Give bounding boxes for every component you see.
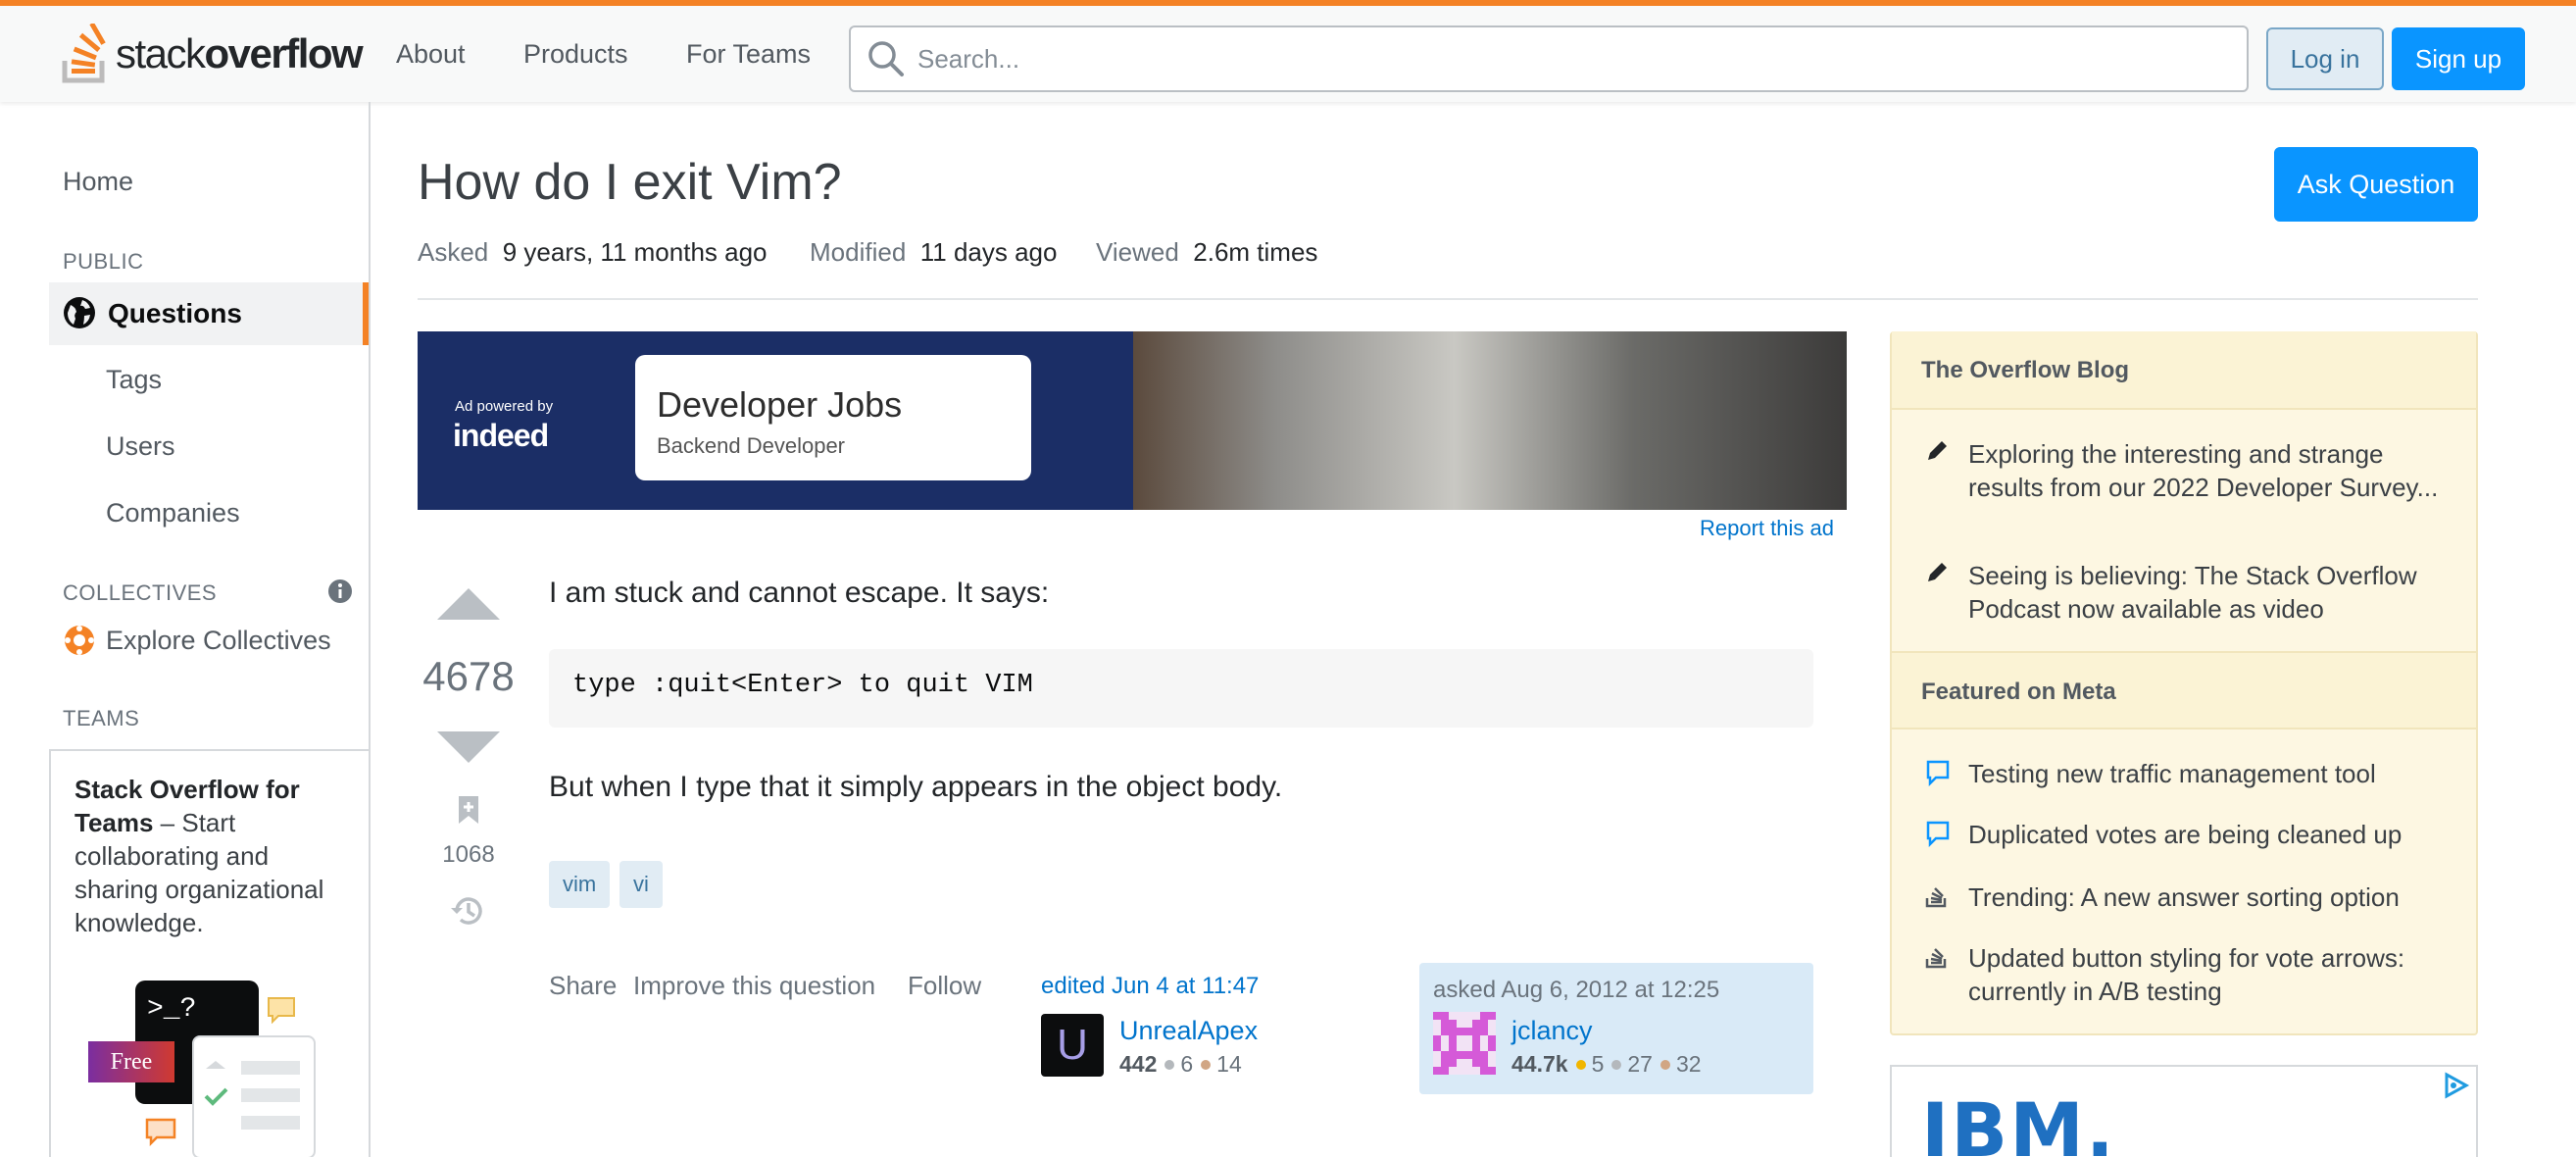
- sidebar-item-explore-collectives[interactable]: Explore Collectives: [106, 626, 331, 656]
- improve-question-link[interactable]: Improve this question: [633, 971, 875, 1001]
- share-link[interactable]: Share: [549, 971, 617, 1001]
- header-divider: [418, 298, 2478, 300]
- logo-wordmark: stackoverflow: [116, 30, 364, 76]
- ad-card-title: Developer Jobs: [657, 384, 903, 425]
- search-icon: [868, 41, 904, 76]
- post-body-line-2: But when I type that it simply appears i…: [549, 771, 1283, 803]
- checkmark-icon: [204, 1061, 228, 1106]
- nav-for-teams[interactable]: For Teams: [686, 39, 811, 70]
- stackoverflow-logo[interactable]: stackoverflow: [61, 20, 364, 88]
- terminal-prompt: >_?: [147, 994, 197, 1025]
- report-ad-link[interactable]: Report this ad: [1700, 516, 1834, 541]
- comment-icon: [1926, 760, 1950, 786]
- asker-username[interactable]: jclancy: [1511, 1016, 1593, 1046]
- meta-item[interactable]: Duplicated votes are being cleaned up: [1968, 818, 2458, 851]
- pencil-icon: [1928, 441, 1947, 460]
- ask-question-button[interactable]: Ask Question: [2274, 147, 2478, 222]
- chat-bubble-icon: [268, 997, 295, 1024]
- overflow-blog-widget: The Overflow Blog Exploring the interest…: [1890, 331, 2478, 1035]
- editor-card: edited Jun 4 at 11:47: [1041, 973, 1259, 1000]
- blog-item[interactable]: Seeing is believing: The Stack Overflow …: [1968, 559, 2458, 626]
- sidebar-section-public: PUBLIC: [63, 249, 144, 274]
- free-badge: Free: [88, 1041, 174, 1082]
- viewed-meta: Viewed 2.6m times: [1096, 237, 1318, 267]
- asker-reputation: 44.7k 5 27 32: [1511, 1051, 1702, 1077]
- ad-banner[interactable]: Ad powered by indeed Developer Jobs Back…: [418, 331, 1847, 510]
- signup-button[interactable]: Sign up: [2392, 27, 2525, 90]
- sidebar-item-home[interactable]: Home: [63, 167, 133, 197]
- sidebar-item-questions-label: Questions: [108, 298, 242, 328]
- sidebar-section-teams: TEAMS: [63, 706, 140, 730]
- editor-reputation: 442 6 14: [1119, 1051, 1242, 1077]
- stackoverflow-small-icon: [1925, 887, 1947, 908]
- modified-meta: Modified 11 days ago: [810, 237, 1058, 267]
- ad-photo: [1133, 331, 1847, 510]
- sidebar-item-tags[interactable]: Tags: [106, 365, 162, 395]
- ibm-ad[interactable]: IBM.: [1890, 1065, 2478, 1157]
- indeed-logo: indeed: [453, 418, 549, 453]
- question-title[interactable]: How do I exit Vim?: [418, 153, 842, 212]
- adchoices-icon[interactable]: [2441, 1071, 2470, 1100]
- comment-icon: [1926, 821, 1950, 847]
- sidebar-item-companies[interactable]: Companies: [106, 498, 240, 528]
- teams-promo: Stack Overflow for Teams – Start collabo…: [49, 749, 371, 1157]
- pencil-icon: [1928, 563, 1947, 581]
- follow-link[interactable]: Follow: [908, 971, 981, 1001]
- globe-icon: [64, 297, 95, 328]
- ad-card: Developer Jobs Backend Developer: [635, 355, 1031, 480]
- tag-vim[interactable]: vim: [549, 861, 611, 908]
- edited-timestamp-link[interactable]: edited Jun 4 at 11:47: [1041, 973, 1259, 999]
- meta-item[interactable]: Updated button styling for vote arrows: …: [1968, 941, 2458, 1008]
- ad-card-subtitle: Backend Developer: [657, 433, 846, 458]
- code-text: type :quit<Enter> to quit VIM: [572, 671, 1033, 700]
- nav-products[interactable]: Products: [523, 39, 628, 70]
- meta-item[interactable]: Trending: A new answer sorting option: [1968, 880, 2458, 914]
- history-icon[interactable]: [449, 892, 486, 930]
- editor-username[interactable]: UnrealApex: [1119, 1016, 1258, 1046]
- collectives-icon: [65, 626, 94, 655]
- meta-header: Featured on Meta: [1892, 651, 2476, 729]
- search-input[interactable]: [917, 43, 2192, 75]
- info-icon[interactable]: [327, 578, 353, 604]
- blog-header: The Overflow Blog: [1892, 331, 2476, 410]
- checklist-illustration: [192, 1035, 316, 1157]
- sidebar-item-questions[interactable]: Questions: [49, 282, 369, 345]
- meta-item[interactable]: Testing new traffic management tool: [1968, 757, 2458, 790]
- login-button[interactable]: Log in: [2266, 27, 2384, 90]
- asked-meta: Asked 9 years, 11 months ago: [418, 237, 768, 267]
- tag-vi[interactable]: vi: [619, 861, 663, 908]
- ad-powered-by: Ad powered by: [455, 398, 554, 415]
- bookmark-icon[interactable]: [457, 794, 480, 826]
- search-box[interactable]: [849, 25, 2249, 92]
- bookmark-count: 1068: [442, 841, 495, 868]
- sidebar-section-collectives: COLLECTIVES: [63, 580, 218, 605]
- sidebar-item-users[interactable]: Users: [106, 431, 175, 462]
- stackoverflow-small-icon: [1925, 948, 1947, 969]
- downvote-arrow-icon[interactable]: [435, 729, 502, 765]
- blog-item[interactable]: Exploring the interesting and strange re…: [1968, 437, 2458, 504]
- nav-about[interactable]: About: [396, 39, 466, 70]
- ibm-logo: IBM.: [1921, 1086, 2116, 1157]
- top-bar: stackoverflow About Products For Teams L…: [0, 0, 2576, 102]
- asker-avatar[interactable]: [1433, 1012, 1496, 1075]
- stackoverflow-logo-icon: [62, 24, 106, 83]
- post-body-line-1: I am stuck and cannot escape. It says:: [549, 577, 1050, 609]
- vote-score: 4678: [422, 653, 515, 699]
- code-block: type :quit<Enter> to quit VIM: [549, 649, 1813, 728]
- editor-avatar[interactable]: U: [1041, 1014, 1104, 1077]
- chat-bubble-orange-icon: [145, 1118, 176, 1147]
- asked-timestamp: asked Aug 6, 2012 at 12:25: [1433, 977, 1720, 1003]
- upvote-arrow-icon[interactable]: [435, 586, 502, 622]
- teams-promo-text: Stack Overflow for Teams – Start collabo…: [74, 775, 324, 937]
